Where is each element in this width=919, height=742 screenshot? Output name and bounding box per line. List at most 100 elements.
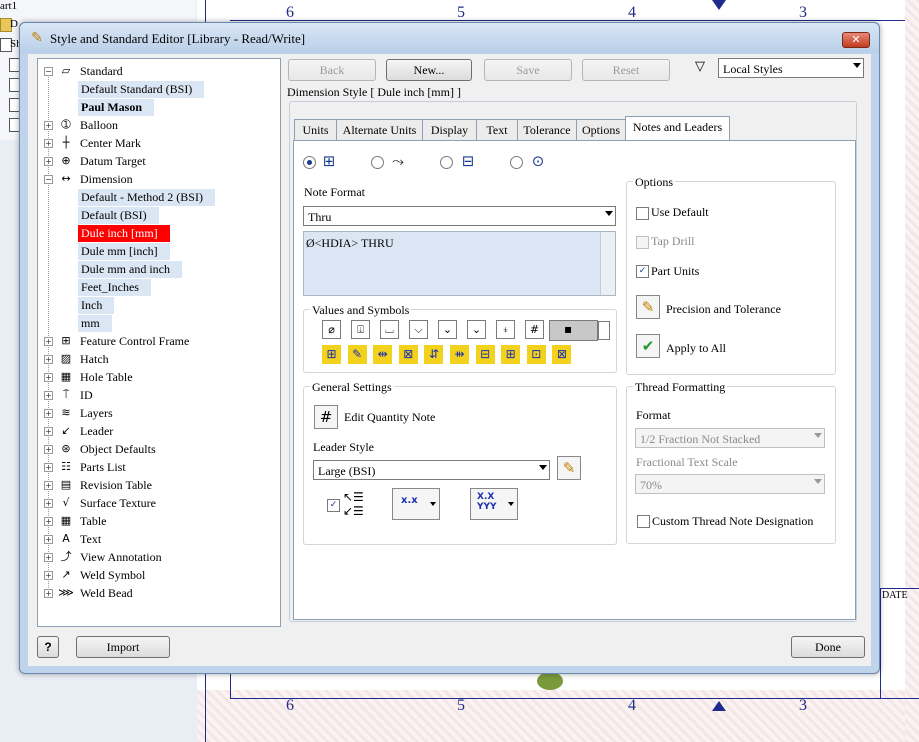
tree-item[interactable]: − ↔ Dimension [38, 171, 278, 188]
tree-item[interactable]: Paul Mason [38, 99, 278, 116]
leader-text-position-button-2[interactable]: X.X YYY [470, 488, 518, 520]
tree-item[interactable]: mm [38, 315, 278, 332]
tree-item[interactable]: Dule mm [inch] [38, 243, 278, 260]
reset-button[interactable]: Reset [582, 59, 670, 81]
symbol-button[interactable]: ⌴ [380, 320, 399, 339]
leader-text-position-button-1[interactable]: x.x [392, 488, 440, 520]
back-button[interactable]: Back [288, 59, 376, 81]
leader-style-select[interactable]: Large (BSI) [313, 460, 550, 480]
tab-alternate-units[interactable]: Alternate Units [336, 119, 423, 140]
expand-icon[interactable]: + [44, 463, 53, 472]
expand-icon[interactable]: + [44, 571, 53, 580]
symbol-color-dropdown[interactable] [598, 321, 610, 340]
tree-item[interactable]: Default Standard (BSI) [38, 81, 278, 98]
custom-thread-note-checkbox[interactable] [637, 515, 650, 528]
expand-icon[interactable]: + [44, 499, 53, 508]
thread-format-select[interactable]: 1/2 Fraction Not Stacked [635, 428, 825, 448]
tree-item[interactable]: + ☷ Parts List [38, 459, 278, 476]
symbol-button[interactable]: ⌄ [438, 320, 457, 339]
note-type-radio-hole[interactable] [303, 156, 316, 169]
apply-to-all-button[interactable]: ✔ [636, 334, 660, 358]
tree-item[interactable]: Inch [38, 297, 278, 314]
note-parameter-button[interactable]: ⊟ [475, 345, 495, 364]
close-button[interactable]: ✕ [842, 32, 870, 48]
note-parameter-button[interactable]: ⇵ [424, 345, 444, 364]
tree-item[interactable]: + ≋ Layers [38, 405, 278, 422]
new-button[interactable]: New... [386, 59, 472, 81]
tree-item[interactable]: + A Text [38, 531, 278, 548]
tree-item[interactable]: + ⋙ Weld Bead [38, 585, 278, 602]
edit-leader-style-button[interactable]: ✎ [557, 456, 581, 480]
note-parameter-button[interactable]: ⊞ [322, 345, 341, 364]
expand-icon[interactable]: + [44, 391, 53, 400]
tree-item[interactable]: + ⊛ Object Defaults [38, 441, 278, 458]
expand-icon[interactable]: + [44, 553, 53, 562]
expand-icon[interactable]: + [44, 355, 53, 364]
part-units-checkbox[interactable]: ✓ [636, 265, 649, 278]
collapse-icon[interactable]: − [44, 67, 53, 76]
symbol-button[interactable]: ⌀ [322, 320, 341, 339]
tab-tolerance[interactable]: Tolerance [517, 119, 577, 140]
tree-item[interactable]: + ▦ Table [38, 513, 278, 530]
expand-icon[interactable]: + [44, 427, 53, 436]
note-type-radio-thread[interactable] [371, 156, 384, 169]
expand-icon[interactable]: + [44, 445, 53, 454]
tap-drill-checkbox[interactable] [636, 236, 649, 249]
note-format-textarea[interactable]: Ø<HDIA> THRU [303, 231, 616, 296]
tree-item[interactable]: + ▤ Revision Table [38, 477, 278, 494]
tree-item[interactable]: Dule mm and inch [38, 261, 278, 278]
tab-display[interactable]: Display [422, 119, 477, 140]
expand-icon[interactable]: + [44, 409, 53, 418]
expand-icon[interactable]: + [44, 589, 53, 598]
browser-item[interactable]: art1 [0, 0, 17, 12]
tree-item[interactable]: + ↗ Weld Symbol [38, 567, 278, 584]
tab-notes-and-leaders[interactable]: Notes and Leaders [625, 116, 730, 141]
note-parameter-button[interactable]: ⇹ [373, 345, 393, 364]
tab-options[interactable]: Options [576, 119, 626, 140]
browser-item[interactable]: D [10, 18, 18, 30]
import-button[interactable]: Import [76, 636, 170, 658]
tab-text[interactable]: Text [476, 119, 518, 140]
tree-item[interactable]: + ⤴ View Annotation [38, 549, 278, 566]
expand-icon[interactable]: + [44, 337, 53, 346]
tree-item[interactable]: + ⊞ Feature Control Frame [38, 333, 278, 350]
symbol-button[interactable]: ⍗ [351, 320, 370, 339]
textarea-scrollbar[interactable] [600, 232, 615, 295]
note-parameter-button[interactable]: ⊞ [501, 345, 521, 364]
done-button[interactable]: Done [791, 636, 865, 658]
tree-item[interactable]: Feet_Inches [38, 279, 278, 296]
expand-icon[interactable]: + [44, 535, 53, 544]
note-parameter-button[interactable]: ⊠ [552, 345, 572, 364]
tree-item[interactable]: − ▱ Standard [38, 63, 278, 80]
collapse-icon[interactable]: − [44, 175, 53, 184]
tree-item[interactable]: + ⊕ Datum Target [38, 153, 278, 170]
tree-item[interactable]: + ⍑ ID [38, 387, 278, 404]
title-bar[interactable]: ✎ Style and Standard Editor [Library - R… [20, 23, 879, 53]
leader-checkbox[interactable]: ✓ [327, 499, 340, 512]
fractional-text-scale-select[interactable]: 70% [635, 474, 825, 494]
style-filter-select[interactable]: Local Styles [718, 58, 864, 78]
symbol-button[interactable]: # [525, 320, 544, 339]
expand-icon[interactable]: + [44, 481, 53, 490]
expand-icon[interactable]: + [44, 157, 53, 166]
symbol-button[interactable]: ⌄ [467, 320, 486, 339]
tree-item[interactable]: + ➀ Balloon [38, 117, 278, 134]
expand-icon[interactable]: + [44, 139, 53, 148]
tree-item[interactable]: + ↙ Leader [38, 423, 278, 440]
symbol-button[interactable]: ⌵ [409, 320, 428, 339]
note-format-select[interactable]: Thru [303, 206, 616, 226]
note-parameter-button[interactable]: ✎ [347, 345, 367, 364]
tree-item[interactable]: Default - Method 2 (BSI) [38, 189, 278, 206]
filter-icon[interactable]: ▽ [692, 59, 708, 75]
edit-quantity-note-button[interactable]: # [314, 405, 338, 429]
tab-units[interactable]: Units [294, 119, 337, 140]
tree-item[interactable]: + ▦ Hole Table [38, 369, 278, 386]
precision-tolerance-button[interactable]: ✎ [636, 295, 660, 319]
note-type-radio-chamfer[interactable] [440, 156, 453, 169]
use-default-checkbox[interactable] [636, 207, 649, 220]
symbol-color-select[interactable]: ▪ [549, 320, 610, 341]
note-type-radio-punch[interactable] [510, 156, 523, 169]
note-parameter-button[interactable]: ⇻ [450, 345, 469, 364]
tree-item[interactable]: + ▨ Hatch [38, 351, 278, 368]
tree-item[interactable]: + √ Surface Texture [38, 495, 278, 512]
